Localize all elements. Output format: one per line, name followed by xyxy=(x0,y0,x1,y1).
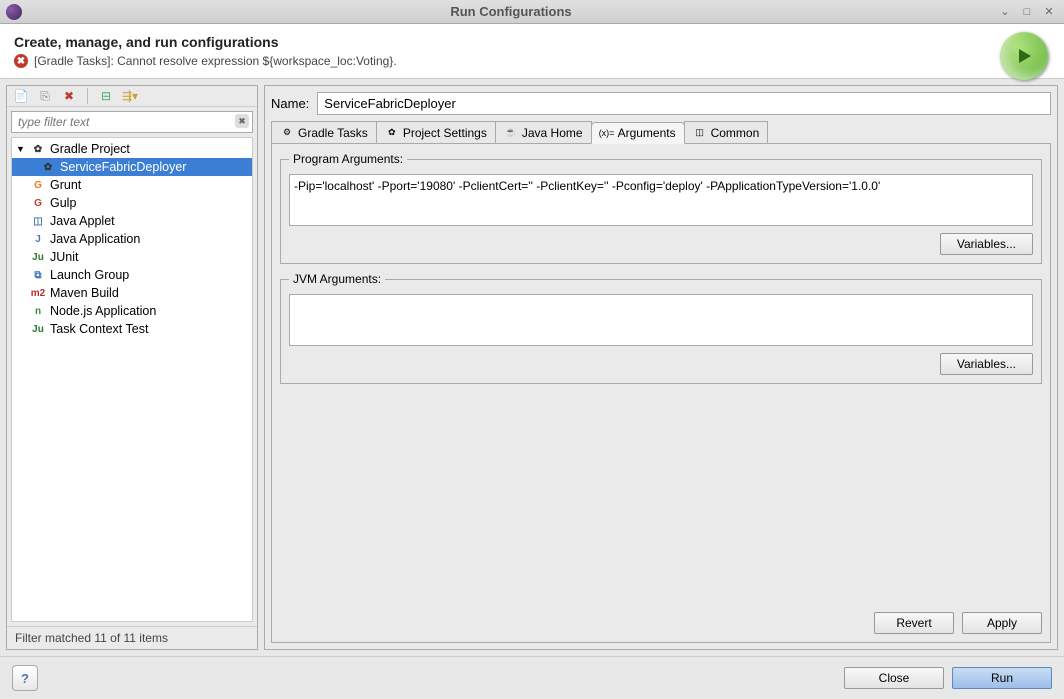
window-title: Run Configurations xyxy=(30,4,992,19)
tree-item-label: Task Context Test xyxy=(50,322,148,336)
tab-icon: ⚙ xyxy=(280,126,294,140)
help-icon[interactable]: ? xyxy=(12,665,38,691)
tab-project-settings[interactable]: ✿ Project Settings xyxy=(376,121,496,143)
filter-status: Filter matched 11 of 11 items xyxy=(7,626,257,649)
new-config-icon[interactable]: 📄 xyxy=(13,88,29,104)
tab-label: Arguments xyxy=(618,126,676,140)
jvm-args-label: JVM Arguments: xyxy=(289,272,385,286)
jvm-args-variables-button[interactable]: Variables... xyxy=(940,353,1033,375)
tree-item[interactable]: ◫Java Applet xyxy=(12,212,252,230)
program-args-label: Program Arguments: xyxy=(289,152,407,166)
clear-filter-icon[interactable]: ✖ xyxy=(235,114,249,128)
tree-item[interactable]: ✿ServiceFabricDeployer xyxy=(12,158,252,176)
tab-gradle-tasks[interactable]: ⚙ Gradle Tasks xyxy=(271,121,377,143)
tree-item[interactable]: GGulp xyxy=(12,194,252,212)
tab-icon: (x)= xyxy=(600,126,614,140)
close-button[interactable]: Close xyxy=(844,667,944,689)
delete-icon[interactable]: ✖ xyxy=(61,88,77,104)
program-args-input[interactable]: -Pip='localhost' -Pport='19080' -Pclient… xyxy=(289,174,1033,226)
tab-label: Java Home xyxy=(522,126,583,140)
tree-item[interactable]: JuTask Context Test xyxy=(12,320,252,338)
tree-item-label: Java Applet xyxy=(50,214,115,228)
tree-item[interactable]: JuJUnit xyxy=(12,248,252,266)
tab-label: Gradle Tasks xyxy=(298,126,368,140)
tree-item[interactable]: GGrunt xyxy=(12,176,252,194)
error-message: [Gradle Tasks]: Cannot resolve expressio… xyxy=(34,54,397,68)
tree-item-label: Launch Group xyxy=(50,268,129,282)
tree-item-label: Java Application xyxy=(50,232,140,246)
filter-input[interactable] xyxy=(11,111,253,133)
run-big-icon xyxy=(1000,32,1048,80)
collapse-all-icon[interactable]: ⊟ xyxy=(98,88,114,104)
tree-item-label: Grunt xyxy=(50,178,81,192)
tree-item[interactable]: m2Maven Build xyxy=(12,284,252,302)
tab-icon: ◫ xyxy=(693,126,707,140)
tab-common[interactable]: ◫ Common xyxy=(684,121,769,143)
eclipse-icon xyxy=(6,4,22,20)
config-tree[interactable]: ▼✿Gradle Project✿ServiceFabricDeployerGG… xyxy=(11,137,253,622)
revert-button[interactable]: Revert xyxy=(874,612,954,634)
tree-item[interactable]: JJava Application xyxy=(12,230,252,248)
tab-label: Project Settings xyxy=(403,126,487,140)
tree-item-label: ServiceFabricDeployer xyxy=(60,160,186,174)
filter-icon[interactable]: ⇶▾ xyxy=(122,88,138,104)
tree-item-label: Maven Build xyxy=(50,286,119,300)
maximize-icon[interactable]: □ xyxy=(1018,4,1036,20)
tab-icon: ☕ xyxy=(504,126,518,140)
tree-item-label: JUnit xyxy=(50,250,78,264)
tab-icon: ✿ xyxy=(385,126,399,140)
program-args-variables-button[interactable]: Variables... xyxy=(940,233,1033,255)
name-label: Name: xyxy=(271,96,309,111)
page-title: Create, manage, and run configurations xyxy=(14,34,1050,50)
tree-item-label: Node.js Application xyxy=(50,304,156,318)
minimize-icon[interactable]: ⌄ xyxy=(996,4,1014,20)
duplicate-icon[interactable]: ⎘ xyxy=(37,88,53,104)
tab-label: Common xyxy=(711,126,760,140)
tree-item-label: Gulp xyxy=(50,196,76,210)
tab-arguments[interactable]: (x)= Arguments xyxy=(591,122,685,144)
run-button[interactable]: Run xyxy=(952,667,1052,689)
tree-item[interactable]: ⧉Launch Group xyxy=(12,266,252,284)
tree-item[interactable]: nNode.js Application xyxy=(12,302,252,320)
tab-java-home[interactable]: ☕ Java Home xyxy=(495,121,592,143)
error-icon: ✖ xyxy=(14,54,28,68)
close-icon[interactable]: ✕ xyxy=(1040,4,1058,20)
jvm-args-input[interactable] xyxy=(289,294,1033,346)
name-input[interactable] xyxy=(317,92,1051,115)
tree-item-label: Gradle Project xyxy=(50,142,130,156)
tree-item[interactable]: ▼✿Gradle Project xyxy=(12,140,252,158)
apply-button[interactable]: Apply xyxy=(962,612,1042,634)
